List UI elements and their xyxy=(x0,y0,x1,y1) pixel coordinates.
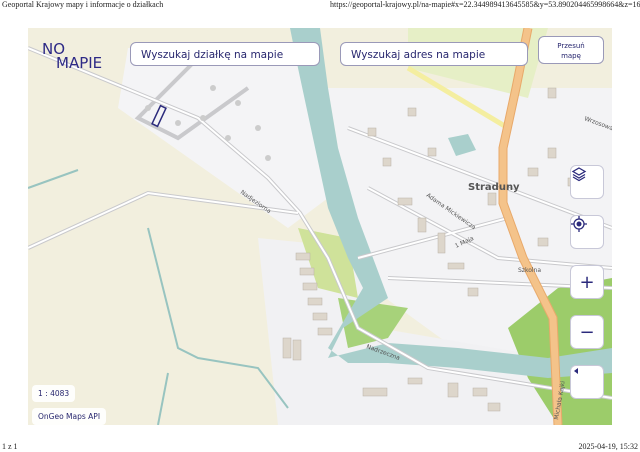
stream xyxy=(28,169,79,189)
scale-indicator: 1 : 4083 xyxy=(32,385,76,402)
layers-button[interactable] xyxy=(570,165,604,199)
triangle-left-icon xyxy=(574,368,578,374)
logo-line2: MAPIE xyxy=(56,54,103,72)
pan-label-2: mapę xyxy=(561,52,581,60)
town-label: Straduny xyxy=(468,182,520,193)
print-footer-page: 1 z 1 xyxy=(2,442,18,451)
pan-map-button[interactable]: Przesuń mapę xyxy=(538,36,604,64)
address-search-input[interactable]: Wyszukaj adres na mapie xyxy=(340,42,528,66)
locate-icon xyxy=(571,216,587,232)
zoom-out-button[interactable]: − xyxy=(570,315,604,349)
locate-button[interactable] xyxy=(570,215,604,249)
collapse-panel-button[interactable] xyxy=(570,365,604,399)
print-header-title: Geoportal Krajowy mapy i informacje o dz… xyxy=(2,0,164,9)
map-canvas[interactable]: Straduny Nadjeziorna Adama Mickiewicza 1… xyxy=(28,28,612,425)
zoom-in-button[interactable]: + xyxy=(570,265,604,299)
street-label: Szkolna xyxy=(518,267,541,274)
map-tiles: Straduny Nadjeziorna Adama Mickiewicza 1… xyxy=(28,28,612,425)
parcel-search-input[interactable]: Wyszukaj działkę na mapie xyxy=(130,42,320,66)
pan-label-1: Przesuń xyxy=(557,42,585,50)
attribution-link[interactable]: OnGeo Maps API xyxy=(32,408,107,425)
print-header-url: https://geoportal-krajowy.pl/na-mapie#x=… xyxy=(330,0,640,9)
print-footer-datetime: 2025-04-19, 15:32 xyxy=(578,442,638,451)
stream xyxy=(157,372,169,425)
logo[interactable]: NO MAPIE xyxy=(42,42,103,72)
layers-icon xyxy=(571,167,587,182)
